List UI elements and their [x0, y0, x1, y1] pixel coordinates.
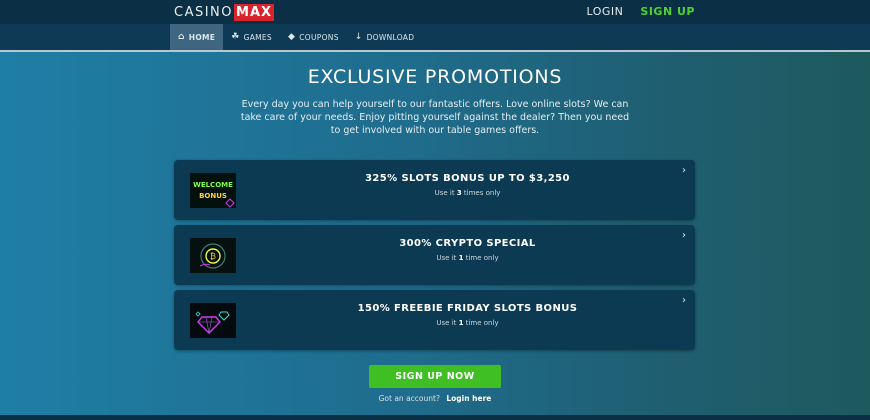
account-text: Got an account? [378, 394, 440, 403]
account-prompt: Got an account? Login here [0, 394, 870, 403]
nav-games[interactable]: ☘ GAMES [223, 24, 280, 50]
promo-card-crypto[interactable]: ₿ 300% CRYPTO SPECIAL Use it 1 time only… [174, 225, 695, 285]
nav-home-label: HOME [188, 32, 216, 42]
promo-usage: Use it 1 time only [436, 254, 499, 262]
coupon-icon: ◆ [288, 32, 296, 42]
svg-text:WELCOME: WELCOME [193, 181, 233, 189]
intro-text: Every day you can help yourself to our f… [240, 99, 630, 136]
sign-up-now-button[interactable]: SIGN UP NOW [369, 365, 501, 388]
logo-casino-text: CASINO [174, 4, 234, 20]
promo-title: 150% FREEBIE FRIDAY SLOTS BONUS [357, 303, 578, 314]
crypto-coin-image: ₿ [190, 238, 236, 273]
download-icon: ↓ [354, 32, 363, 42]
nav-download[interactable]: ↓ DOWNLOAD [347, 24, 423, 50]
nav-home[interactable]: ⌂ HOME [170, 24, 224, 50]
chevron-right-icon: › [682, 230, 686, 241]
auth-links: LOGIN SIGN UP [587, 5, 695, 18]
top-bar: CASINO MAX LOGIN SIGN UP [0, 0, 870, 24]
promo-title: 300% CRYPTO SPECIAL [399, 238, 536, 249]
chevron-right-icon: › [682, 165, 686, 176]
svg-text:₿: ₿ [210, 252, 216, 261]
nav-coupons[interactable]: ◆ COUPONS [280, 24, 347, 50]
login-link[interactable]: LOGIN [587, 5, 624, 18]
login-here-link[interactable]: Login here [446, 394, 491, 403]
nav-games-label: GAMES [243, 32, 272, 42]
home-icon: ⌂ [178, 32, 185, 42]
nav-coupons-label: COUPONS [299, 32, 339, 42]
logo-max-text: MAX [234, 3, 275, 21]
diamonds-image [190, 303, 236, 338]
promo-usage: Use it 3 times only [434, 189, 501, 197]
chevron-right-icon: › [682, 295, 686, 306]
main-nav: ⌂ HOME ☘ GAMES ◆ COUPONS ↓ DOWNLOAD [0, 24, 870, 52]
promo-title: 325% SLOTS BONUS UP TO $3,250 [365, 173, 570, 184]
promo-card-freebie-friday[interactable]: 150% FREEBIE FRIDAY SLOTS BONUS Use it 1… [174, 290, 695, 350]
footer-bar [0, 415, 870, 420]
welcome-bonus-image: WELCOME BONUS [190, 173, 236, 208]
svg-text:BONUS: BONUS [199, 192, 227, 200]
signup-link[interactable]: SIGN UP [640, 5, 695, 18]
nav-download-label: DOWNLOAD [366, 32, 415, 42]
promo-usage: Use it 1 time only [436, 319, 499, 327]
games-icon: ☘ [231, 32, 240, 42]
promo-card-slots[interactable]: WELCOME BONUS 325% SLOTS BONUS UP TO $3,… [174, 160, 695, 220]
page-title: EXCLUSIVE PROMOTIONS [307, 66, 563, 88]
casinomax-logo[interactable]: CASINO MAX [174, 3, 275, 21]
